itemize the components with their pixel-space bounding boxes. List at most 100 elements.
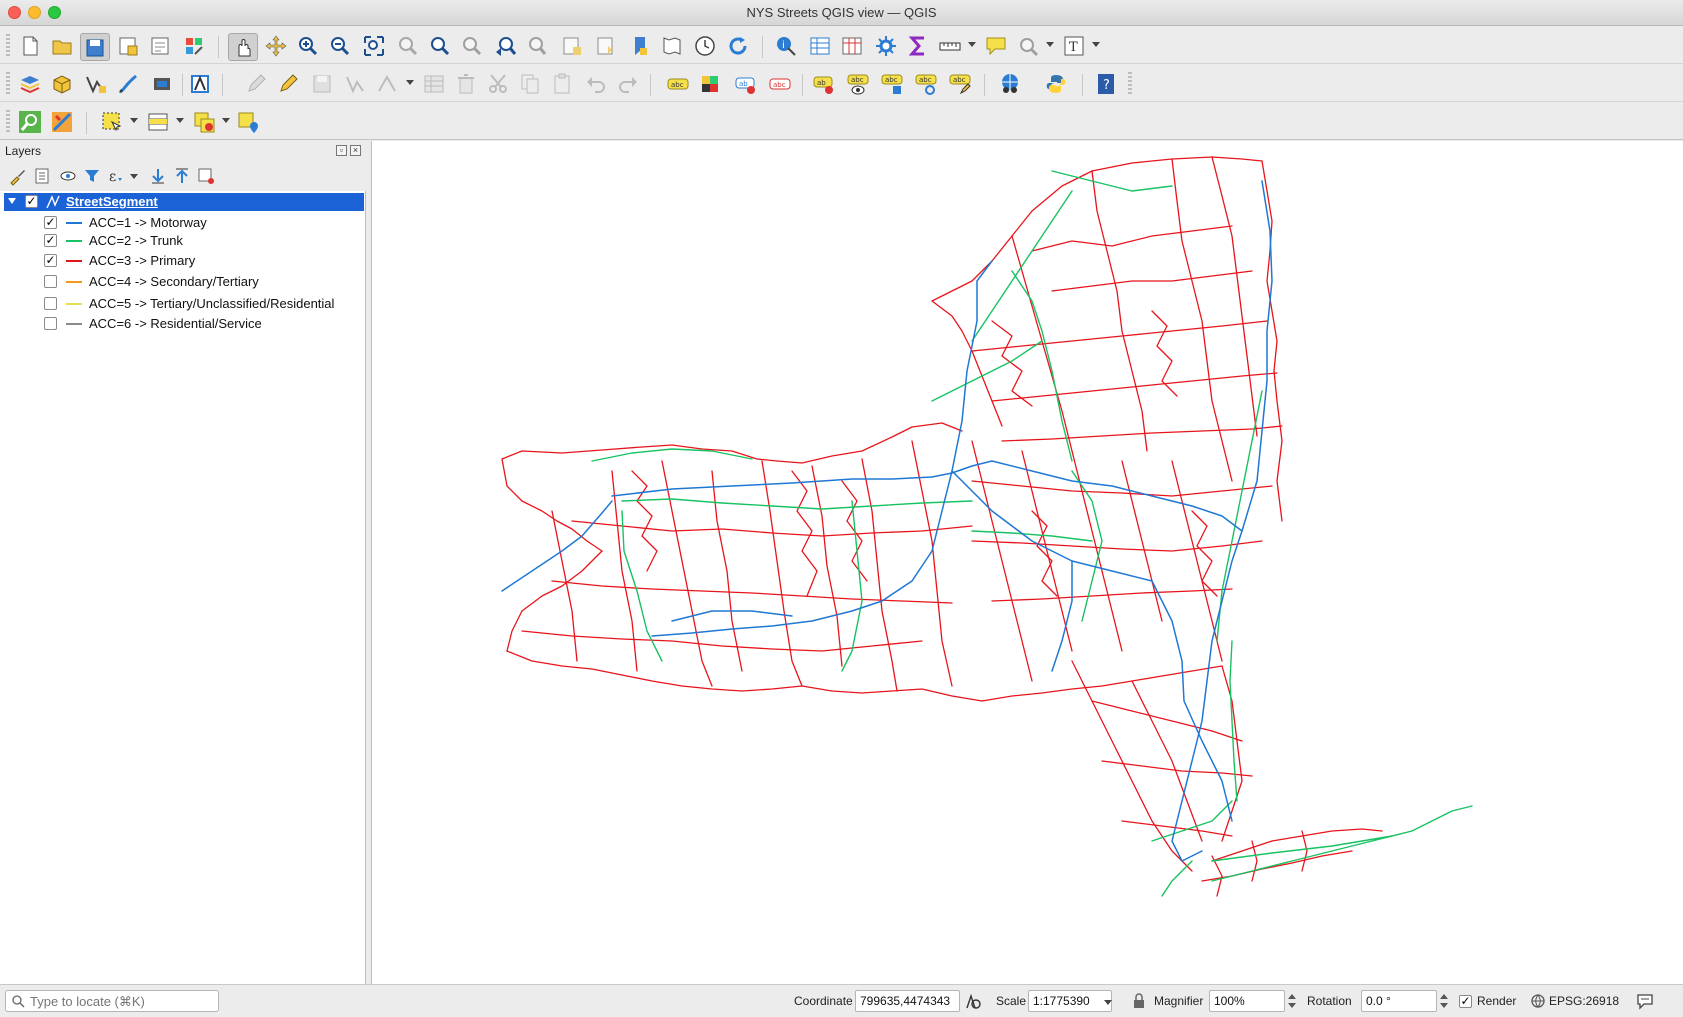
print-layout-icon[interactable] — [148, 34, 172, 58]
messages-icon[interactable] — [1636, 992, 1654, 1010]
toolbar-grip[interactable] — [6, 110, 10, 134]
modify-attributes-icon[interactable] — [422, 72, 446, 96]
category-checkbox[interactable]: ✓ — [44, 216, 57, 229]
new-bookmark-icon[interactable] — [560, 34, 584, 58]
select-by-value-icon[interactable] — [146, 110, 170, 134]
manage-visibility-icon[interactable] — [58, 166, 78, 186]
lock-scale-icon[interactable] — [1132, 993, 1146, 1009]
remove-layer-icon[interactable] — [196, 166, 216, 186]
attribute-table-icon[interactable] — [808, 34, 832, 58]
toolbar-grip[interactable] — [1128, 72, 1132, 96]
layer-styling-icon[interactable] — [8, 166, 28, 186]
python-console-icon[interactable] — [1044, 72, 1068, 96]
measure-dropdown-icon[interactable] — [968, 42, 976, 47]
new-spatialite-layer-icon[interactable] — [116, 72, 140, 96]
new-shapefile-layer-icon[interactable] — [84, 72, 108, 96]
bookmark-icon[interactable] — [628, 34, 652, 58]
save-as-icon[interactable] — [116, 34, 140, 58]
scale-dropdown-icon[interactable] — [1104, 1000, 1112, 1005]
scale-field[interactable]: 1:1775390 — [1028, 990, 1112, 1012]
filter-by-expression-icon[interactable]: ε — [106, 166, 126, 186]
crs-globe-icon[interactable] — [1530, 993, 1546, 1009]
copy-features-icon[interactable] — [518, 72, 542, 96]
map-book-icon[interactable] — [660, 34, 684, 58]
annotation-dropdown-icon[interactable] — [1046, 42, 1054, 47]
category-checkbox[interactable]: ✓ — [44, 254, 57, 267]
show-bookmarks-icon[interactable] — [594, 34, 618, 58]
legend-item-motorway[interactable]: ✓ ACC=1 -> Motorway — [0, 213, 366, 233]
rotate-label-icon[interactable]: abc — [914, 72, 938, 96]
zoom-native-icon[interactable] — [460, 34, 484, 58]
legend-item-tertiary-unclassified-residential[interactable]: ACC=5 -> Tertiary/Unclassified/Residenti… — [0, 294, 366, 314]
text-annotation-dropdown-icon[interactable] — [1092, 42, 1100, 47]
locator-search-icon[interactable] — [18, 110, 42, 134]
new-virtual-layer-icon[interactable] — [150, 72, 174, 96]
show-hide-labels-icon[interactable]: abc — [846, 72, 870, 96]
identify-features-icon[interactable]: i — [774, 34, 798, 58]
zoom-to-layer-icon[interactable] — [428, 34, 452, 58]
deselect-dropdown-icon[interactable] — [222, 118, 230, 123]
current-edits-icon[interactable] — [188, 72, 212, 96]
crs-label[interactable]: EPSG:26918 — [1549, 994, 1619, 1008]
change-label-icon[interactable]: abc — [948, 72, 972, 96]
select-by-value-dropdown-icon[interactable] — [176, 118, 184, 123]
save-project-icon[interactable] — [80, 33, 110, 61]
cut-features-icon[interactable] — [486, 72, 510, 96]
category-checkbox[interactable] — [44, 317, 57, 330]
category-checkbox[interactable] — [44, 297, 57, 310]
data-source-manager-icon[interactable] — [18, 72, 42, 96]
processing-toolbox-icon[interactable] — [874, 34, 898, 58]
refresh-icon[interactable] — [726, 34, 750, 58]
toolbar-grip[interactable] — [6, 34, 10, 58]
move-label-icon[interactable]: abc — [880, 72, 904, 96]
zoom-next-icon[interactable] — [526, 34, 550, 58]
remove-label-icon[interactable]: abc — [768, 72, 792, 96]
zoom-to-selection-icon[interactable] — [396, 34, 420, 58]
plugins-icon[interactable] — [998, 72, 1022, 96]
layer-row-streetsegment[interactable]: ✓ StreetSegment — [4, 193, 364, 211]
layer-visibility-checkbox[interactable]: ✓ — [25, 195, 38, 208]
vertex-tool-dropdown-icon[interactable] — [406, 80, 414, 85]
zoom-in-icon[interactable] — [296, 34, 320, 58]
add-feature-icon[interactable] — [344, 72, 368, 96]
edit-pencil-icon[interactable] — [276, 72, 300, 96]
rotation-spinner[interactable] — [1438, 990, 1450, 1012]
select-features-icon[interactable] — [100, 110, 124, 134]
map-canvas[interactable] — [371, 141, 1683, 984]
zoom-full-icon[interactable] — [362, 34, 386, 58]
save-edits-icon[interactable] — [310, 72, 334, 96]
label-toolbar-icon[interactable]: abc — [666, 72, 690, 96]
style-manager-icon[interactable] — [182, 34, 206, 58]
layer-labeling-icon[interactable]: ab — [734, 72, 758, 96]
legend-item-residential-service[interactable]: ACC=6 -> Residential/Service — [0, 314, 366, 334]
deselect-features-icon[interactable] — [192, 110, 216, 134]
toolbar-grip[interactable] — [6, 72, 10, 96]
filter-legend-icon[interactable] — [82, 166, 102, 186]
legend-item-secondary-tertiary[interactable]: ACC=4 -> Secondary/Tertiary — [0, 272, 366, 292]
pin-label-icon[interactable]: ab — [812, 72, 836, 96]
add-group-icon[interactable] — [32, 166, 52, 186]
category-checkbox[interactable] — [44, 275, 57, 288]
diagram-options-icon[interactable] — [698, 72, 722, 96]
text-annotation-icon[interactable]: T — [1062, 34, 1086, 58]
delete-selected-icon[interactable] — [454, 72, 478, 96]
undo-icon[interactable] — [584, 72, 608, 96]
zoom-last-icon[interactable] — [494, 34, 518, 58]
temporal-controller-icon[interactable] — [693, 34, 717, 58]
redo-icon[interactable] — [616, 72, 640, 96]
close-panel-icon[interactable]: × — [350, 145, 361, 156]
annotation-icon[interactable] — [1016, 34, 1040, 58]
magnifier-field[interactable]: 100% — [1209, 990, 1285, 1012]
select-features-dropdown-icon[interactable] — [130, 118, 138, 123]
category-checkbox[interactable]: ✓ — [44, 234, 57, 247]
collapse-all-icon[interactable] — [172, 166, 192, 186]
render-checkbox[interactable]: ✓ — [1459, 995, 1472, 1008]
field-calculator-icon[interactable] — [840, 34, 864, 58]
locator-bar[interactable] — [5, 990, 219, 1012]
paste-features-icon[interactable] — [550, 72, 574, 96]
map-tips-icon[interactable] — [984, 34, 1008, 58]
select-by-location-icon[interactable] — [236, 110, 260, 134]
legend-item-primary[interactable]: ✓ ACC=3 -> Primary — [0, 251, 366, 271]
filter-expression-dropdown-icon[interactable] — [130, 174, 138, 179]
coordinate-field[interactable]: 799635,4474343 — [855, 990, 960, 1012]
